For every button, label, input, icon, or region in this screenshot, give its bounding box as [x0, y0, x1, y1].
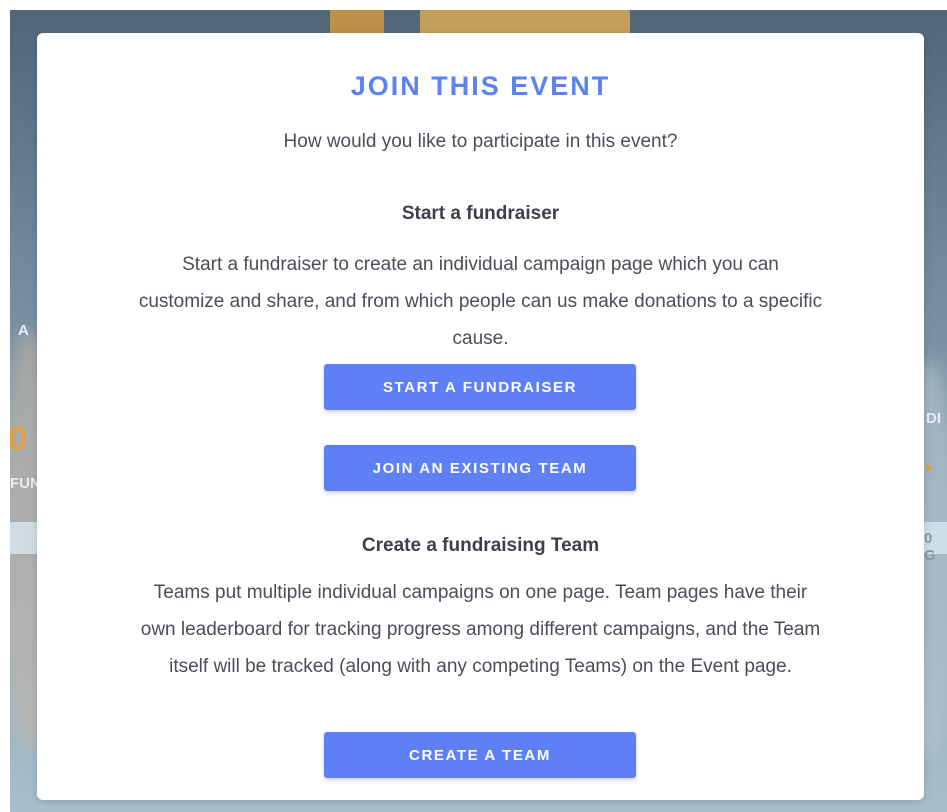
- fundraiser-description: Start a fundraiser to create an individu…: [138, 254, 823, 349]
- background-peek-text: DI: [926, 410, 941, 427]
- start-fundraiser-button[interactable]: START A FUNDRAISER: [324, 364, 636, 410]
- background-peek-text: 0 G: [924, 530, 936, 564]
- background-peek-text: .: [924, 440, 934, 478]
- fundraiser-heading: Start a fundraiser: [401, 203, 560, 224]
- background-peek-text: A: [18, 322, 29, 339]
- modal-title: JOIN THIS EVENT: [350, 71, 611, 101]
- team-heading: Create a fundraising Team: [361, 535, 600, 556]
- background-peek-text: 0: [8, 420, 27, 458]
- team-description: Teams put multiple individual campaigns …: [140, 582, 821, 677]
- join-event-modal: JOIN THIS EVENT How would you like to pa…: [37, 33, 924, 800]
- modal-subtitle: How would you like to participate in thi…: [283, 131, 678, 152]
- join-existing-team-button[interactable]: JOIN AN EXISTING TEAM: [324, 445, 636, 491]
- create-team-button[interactable]: CREATE A TEAM: [324, 732, 636, 778]
